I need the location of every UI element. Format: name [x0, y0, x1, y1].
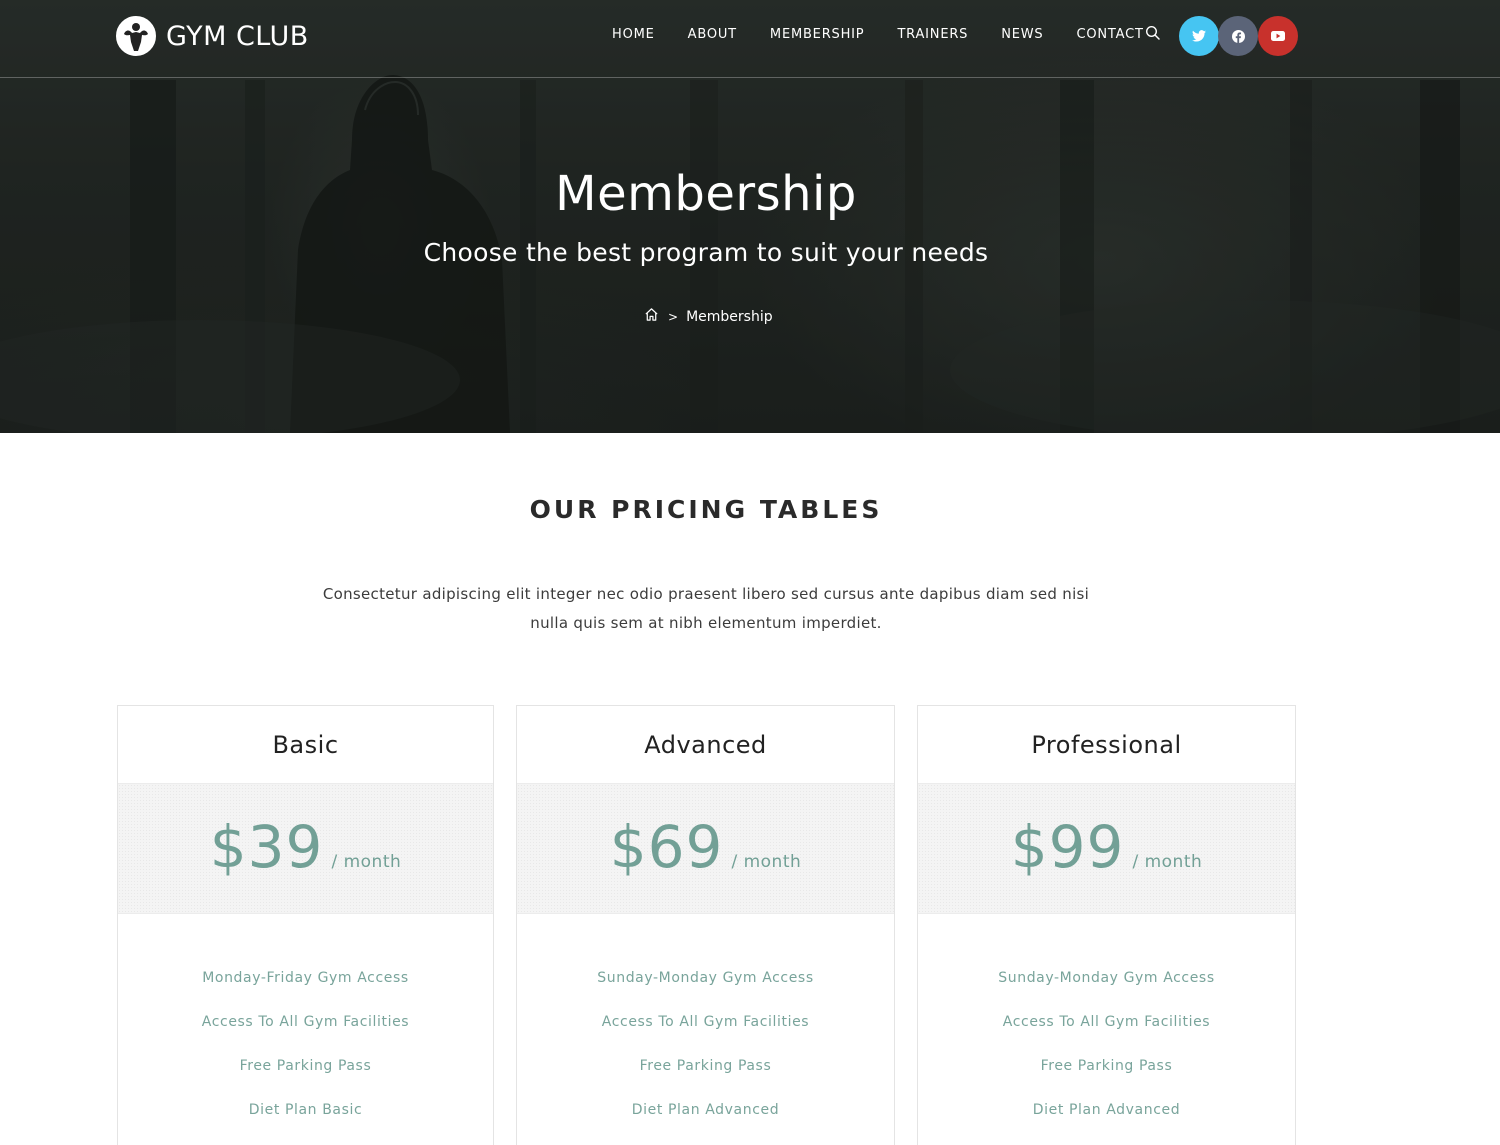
- twitter-icon: [1192, 30, 1206, 42]
- nav-link-about[interactable]: ABOUT: [688, 25, 737, 45]
- plan-feature: Free Parking Pass: [1040, 1058, 1173, 1074]
- page-subtitle: Choose the best program to suit your nee…: [423, 238, 989, 267]
- nav-link-home[interactable]: HOME: [612, 25, 655, 45]
- breadcrumb-separator: >: [668, 309, 679, 324]
- plan-period: / month: [731, 852, 802, 872]
- pricing-heading: OUR PRICING TABLES: [529, 495, 883, 524]
- plan-feature: Diet Plan Advanced: [1032, 1102, 1181, 1118]
- plan-price: $99: [1010, 813, 1125, 881]
- youtube-icon: [1271, 31, 1285, 41]
- plan-feature: Access To All Gym Facilities: [1002, 1014, 1211, 1030]
- page-title: Membership: [555, 166, 857, 222]
- plan-feature: Monday-Friday Gym Access: [202, 970, 409, 986]
- youtube-button[interactable]: [1258, 16, 1298, 56]
- nav-link-news[interactable]: NEWS: [1001, 25, 1043, 45]
- plan-feature: Free Parking Pass: [639, 1058, 772, 1074]
- plan-name: Advanced: [517, 706, 894, 784]
- hero-banner: GYM CLUB HOME ABOUT MEMBERSHIP TRAINERS …: [0, 0, 1500, 433]
- facebook-icon: [1231, 29, 1245, 43]
- plan-feature: Access To All Gym Facilities: [601, 1014, 810, 1030]
- plan-price-box: $69 / month: [517, 784, 894, 914]
- plan-feature-list: Sunday-Monday Gym Access Access To All G…: [918, 914, 1295, 1142]
- nav-link-trainers[interactable]: TRAINERS: [897, 25, 968, 45]
- pricing-card-professional: Professional $99 / month Sunday-Monday G…: [917, 705, 1296, 1145]
- breadcrumb: > Membership: [644, 307, 773, 326]
- plan-price: $69: [609, 813, 724, 881]
- pricing-card-advanced: Advanced $69 / month Sunday-Monday Gym A…: [516, 705, 895, 1145]
- plan-feature: Sunday-Monday Gym Access: [998, 970, 1215, 986]
- pricing-description: Consectetur adipiscing elit integer nec …: [322, 585, 1090, 632]
- plan-name: Professional: [918, 706, 1295, 784]
- plan-price-box: $99 / month: [918, 784, 1295, 914]
- plan-feature: Free Parking Pass: [239, 1058, 372, 1074]
- plan-period: / month: [1132, 852, 1203, 872]
- breadcrumb-current: Membership: [686, 308, 773, 325]
- bodybuilder-logo-icon: [116, 16, 156, 56]
- site-logo[interactable]: GYM CLUB: [116, 16, 309, 56]
- brand-name: GYM CLUB: [166, 20, 309, 52]
- plan-name: Basic: [118, 706, 493, 784]
- plan-feature: Diet Plan Advanced: [631, 1102, 780, 1118]
- main-navigation: HOME ABOUT MEMBERSHIP TRAINERS NEWS CONT…: [612, 25, 1177, 45]
- plan-feature-list: Sunday-Monday Gym Access Access To All G…: [517, 914, 894, 1142]
- nav-link-contact[interactable]: CONTACT: [1076, 25, 1143, 45]
- home-icon[interactable]: [644, 307, 659, 326]
- search-icon[interactable]: [1145, 25, 1163, 43]
- pricing-card-basic: Basic $39 / month Monday-Friday Gym Acce…: [117, 705, 494, 1145]
- plan-period: / month: [331, 852, 402, 872]
- plan-feature-list: Monday-Friday Gym Access Access To All G…: [118, 914, 493, 1142]
- twitter-button[interactable]: [1179, 16, 1219, 56]
- plan-price-box: $39 / month: [118, 784, 493, 914]
- plan-feature: Diet Plan Basic: [248, 1102, 363, 1118]
- facebook-button[interactable]: [1218, 16, 1258, 56]
- header-bar: GYM CLUB HOME ABOUT MEMBERSHIP TRAINERS …: [0, 0, 1500, 78]
- plan-price: $39: [209, 813, 324, 881]
- nav-link-membership[interactable]: MEMBERSHIP: [770, 25, 865, 45]
- plan-feature: Sunday-Monday Gym Access: [597, 970, 814, 986]
- plan-feature: Access To All Gym Facilities: [201, 1014, 410, 1030]
